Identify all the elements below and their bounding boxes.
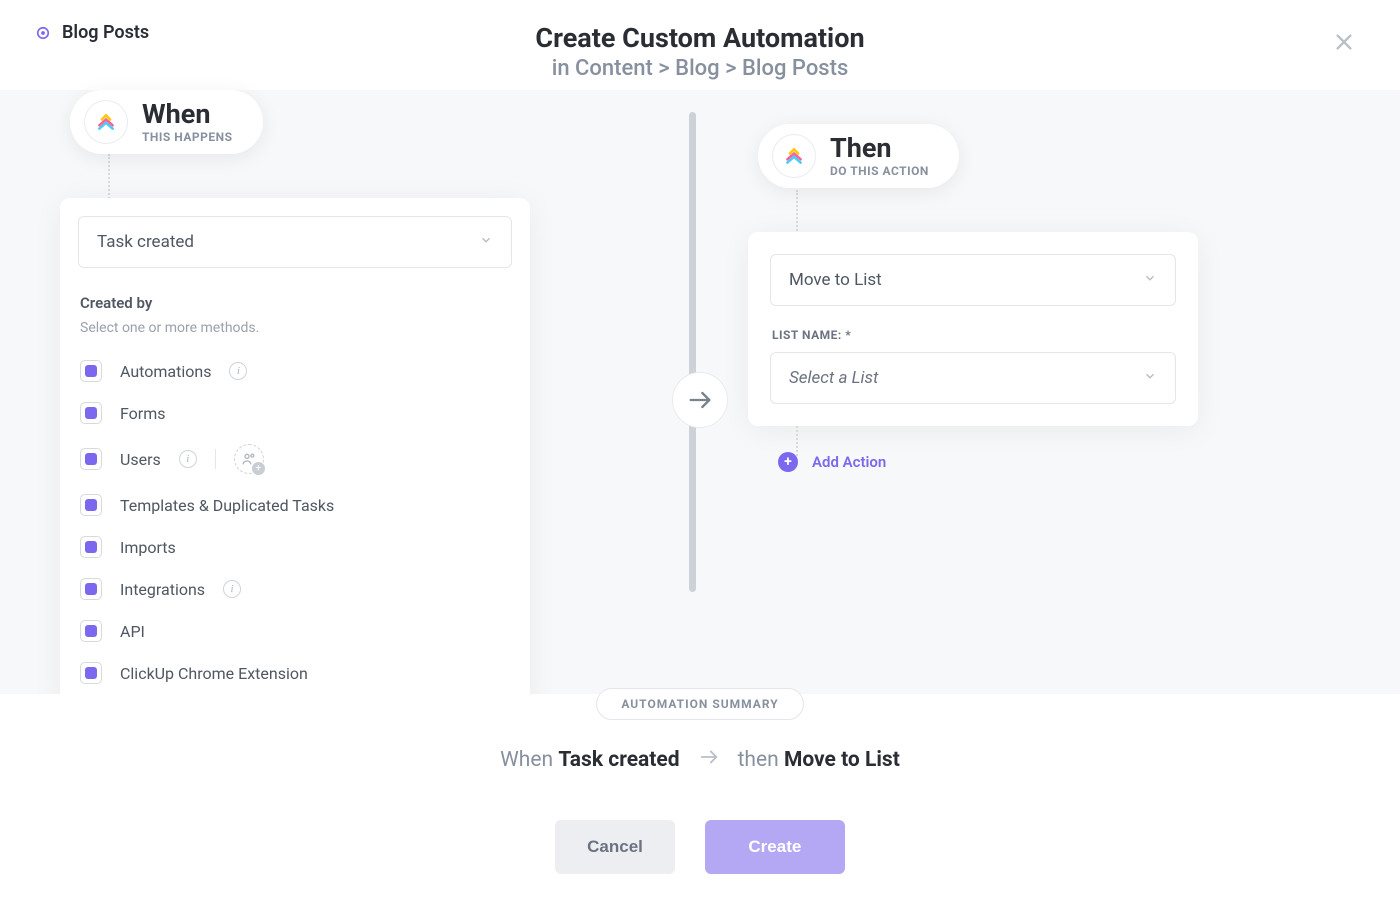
then-step-header: Then DO THIS ACTION <box>758 124 959 188</box>
location-icon <box>34 24 52 42</box>
clickup-logo-icon <box>84 100 128 144</box>
add-action-button[interactable]: + Add Action <box>778 452 886 472</box>
action-dropdown[interactable]: Move to List <box>770 254 1176 306</box>
then-title: Then <box>830 135 929 162</box>
method-label: Templates & Duplicated Tasks <box>120 496 334 515</box>
list-placeholder: Select a List <box>789 368 878 388</box>
method-label: API <box>120 622 145 641</box>
modal-subtitle: in Content > Blog > Blog Posts <box>535 56 864 81</box>
summary-then-strong: Move to List <box>784 748 900 772</box>
plus-icon: + <box>778 452 798 472</box>
divider <box>215 449 216 469</box>
close-button[interactable] <box>1330 28 1358 56</box>
info-icon[interactable]: i <box>223 580 241 598</box>
method-label: ClickUp Chrome Extension <box>120 664 308 683</box>
action-selected-label: Move to List <box>789 270 882 290</box>
method-label: Users <box>120 450 161 469</box>
modal-title: Create Custom Automation <box>535 22 864 54</box>
automation-summary-text: When Task created then Move to List <box>500 746 900 774</box>
chevron-down-icon <box>1143 270 1157 290</box>
create-button[interactable]: Create <box>705 820 845 874</box>
checkbox[interactable] <box>80 448 102 470</box>
modal-footer: AUTOMATION SUMMARY When Task created the… <box>0 694 1400 914</box>
chevron-down-icon <box>479 232 493 252</box>
info-icon[interactable]: i <box>229 362 247 380</box>
trigger-selected-label: Task created <box>97 232 194 252</box>
created-by-methods-list: AutomationsiFormsUsersi+Templates & Dupl… <box>78 350 512 694</box>
add-action-label: Add Action <box>812 453 886 471</box>
when-card: Task created Created by Select one or mo… <box>60 198 530 710</box>
clickup-logo-icon <box>772 134 816 178</box>
then-subtitle: DO THIS ACTION <box>830 164 929 178</box>
method-row[interactable]: ClickUp Chrome Extension <box>78 652 512 694</box>
when-subtitle: THIS HAPPENS <box>142 130 233 144</box>
method-row[interactable]: Forms <box>78 392 512 434</box>
trigger-dropdown[interactable]: Task created <box>78 216 512 268</box>
cancel-button[interactable]: Cancel <box>555 820 675 874</box>
checkbox[interactable] <box>80 620 102 642</box>
method-row[interactable]: Automations i <box>78 350 512 392</box>
method-label: Integrations <box>120 580 205 599</box>
modal-title-block: Create Custom Automation in Content > Bl… <box>535 22 864 81</box>
when-step-header: When THIS HAPPENS <box>70 90 263 154</box>
method-row[interactable]: Integrations i <box>78 568 512 610</box>
created-by-sub: Select one or more methods. <box>80 320 512 336</box>
created-by-label: Created by <box>80 294 512 312</box>
checkbox[interactable] <box>80 360 102 382</box>
method-label: Automations <box>120 362 211 381</box>
list-name-label: LIST NAME: * <box>772 328 1176 342</box>
add-people-icon[interactable]: + <box>234 444 264 474</box>
automation-canvas: When THIS HAPPENS Task created Created b… <box>0 90 1400 710</box>
modal-header: Blog Posts Create Custom Automation in C… <box>0 0 1400 90</box>
method-row[interactable]: Imports <box>78 526 512 568</box>
method-label: Forms <box>120 404 166 423</box>
summary-when-prefix: When <box>500 748 553 772</box>
summary-pill: AUTOMATION SUMMARY <box>596 688 803 720</box>
breadcrumb: Blog Posts <box>34 22 149 43</box>
checkbox[interactable] <box>80 402 102 424</box>
then-connector <box>796 190 798 238</box>
checkbox[interactable] <box>80 494 102 516</box>
list-select-dropdown[interactable]: Select a List <box>770 352 1176 404</box>
when-connector <box>108 154 110 202</box>
method-row[interactable]: Templates & Duplicated Tasks <box>78 484 512 526</box>
method-label: Imports <box>120 538 176 557</box>
arrow-right-icon <box>698 746 720 774</box>
checkbox[interactable] <box>80 578 102 600</box>
chevron-down-icon <box>1143 368 1157 388</box>
then-card: Move to List LIST NAME: * Select a List <box>748 232 1198 426</box>
checkbox[interactable] <box>80 662 102 684</box>
summary-when-strong: Task created <box>558 748 679 772</box>
flow-arrow-icon <box>672 372 728 428</box>
checkbox[interactable] <box>80 536 102 558</box>
breadcrumb-label: Blog Posts <box>62 22 149 43</box>
method-row[interactable]: API <box>78 610 512 652</box>
footer-buttons: Cancel Create <box>555 820 845 874</box>
center-scrollbar[interactable] <box>689 112 696 592</box>
summary-then-prefix: then <box>738 748 779 772</box>
info-icon[interactable]: i <box>179 450 197 468</box>
when-title: When <box>142 101 233 128</box>
method-row[interactable]: Usersi + <box>78 434 512 484</box>
